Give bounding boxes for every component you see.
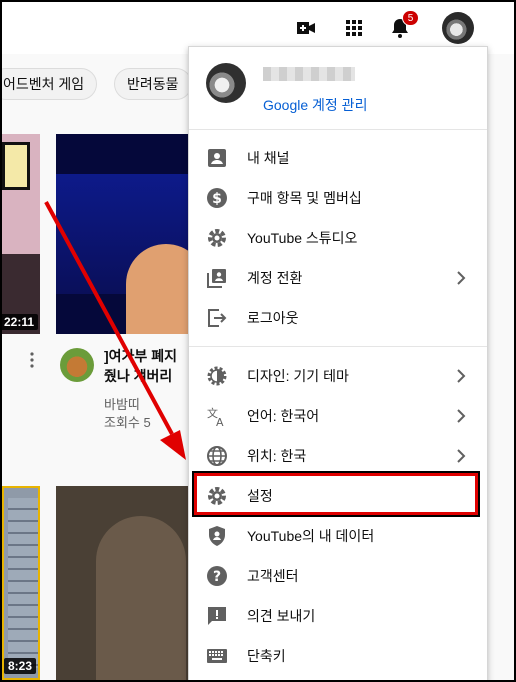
menu-item-label: 내 채널: [247, 150, 290, 166]
gear-icon: [205, 226, 229, 250]
menu-item-appearance[interactable]: 디자인: 기기 테마: [189, 356, 487, 396]
shield-person-icon: [205, 524, 229, 548]
menu-item-switch-account[interactable]: 계정 전환: [189, 258, 487, 298]
menu-item-my-channel[interactable]: 내 채널: [189, 138, 487, 178]
account-header: Google 계정 관리: [189, 47, 487, 129]
chevron-right-icon: [451, 268, 471, 288]
menu-item-help[interactable]: ? 고객센터: [189, 556, 487, 596]
translate-icon: 文A: [205, 404, 229, 428]
svg-text:A: A: [216, 416, 224, 428]
account-avatar: [206, 63, 246, 103]
menu-item-label: 구매 항목 및 멤버십: [247, 190, 362, 206]
menu-item-label: 위치: 한국: [247, 448, 307, 464]
divider: [189, 129, 487, 130]
menu-item-label: YouTube의 내 데이터: [247, 528, 375, 544]
chevron-right-icon: [451, 366, 471, 386]
chevron-right-icon: [451, 406, 471, 426]
menu-item-label: 단축키: [247, 648, 286, 664]
theme-icon: [205, 364, 229, 388]
menu-item-keyboard-shortcuts[interactable]: 단축키: [189, 636, 487, 676]
menu-item-feedback[interactable]: 의견 보내기: [189, 596, 487, 636]
help-icon: ?: [205, 564, 229, 588]
manage-google-account-link[interactable]: Google 계정 관리: [263, 95, 367, 115]
youtube-window: 5 어드벤처 게임 반려동물 22:11 ]여가부 폐지 줬나 걔버리 바밤띠 …: [2, 2, 514, 680]
dollar-icon: $: [205, 186, 229, 210]
menu-item-purchases[interactable]: $ 구매 항목 및 멤버십: [189, 178, 487, 218]
switch-account-icon: [205, 266, 229, 290]
menu-item-label: YouTube 스튜디오: [247, 230, 358, 246]
menu-item-label: 의견 보내기: [247, 608, 316, 624]
feedback-icon: [205, 604, 229, 628]
account-menu: Google 계정 관리 내 채널 $ 구매 항목 및 멤버십 YouTube …: [188, 46, 488, 680]
svg-text:?: ?: [213, 569, 221, 585]
svg-text:$: $: [212, 191, 222, 207]
menu-item-label: 로그아웃: [247, 310, 299, 326]
menu-item-your-data[interactable]: YouTube의 내 데이터: [189, 516, 487, 556]
menu-item-label: 언어: 한국어: [247, 408, 320, 424]
chevron-right-icon: [451, 446, 471, 466]
menu-item-location[interactable]: 위치: 한국: [189, 436, 487, 476]
menu-item-label: 고객센터: [247, 568, 299, 584]
annotation-highlight-box: [192, 471, 480, 517]
globe-icon: [205, 444, 229, 468]
account-name-redacted: [263, 67, 355, 81]
keyboard-icon: [205, 644, 229, 668]
person-icon: [205, 146, 229, 170]
menu-item-label: 디자인: 기기 테마: [247, 368, 349, 384]
sign-out-icon: [205, 306, 229, 330]
divider: [189, 346, 487, 347]
menu-item-studio[interactable]: YouTube 스튜디오: [189, 218, 487, 258]
menu-item-language[interactable]: 文A 언어: 한국어: [189, 396, 487, 436]
menu-item-sign-out[interactable]: 로그아웃: [189, 298, 487, 338]
menu-item-label: 계정 전환: [247, 270, 303, 286]
